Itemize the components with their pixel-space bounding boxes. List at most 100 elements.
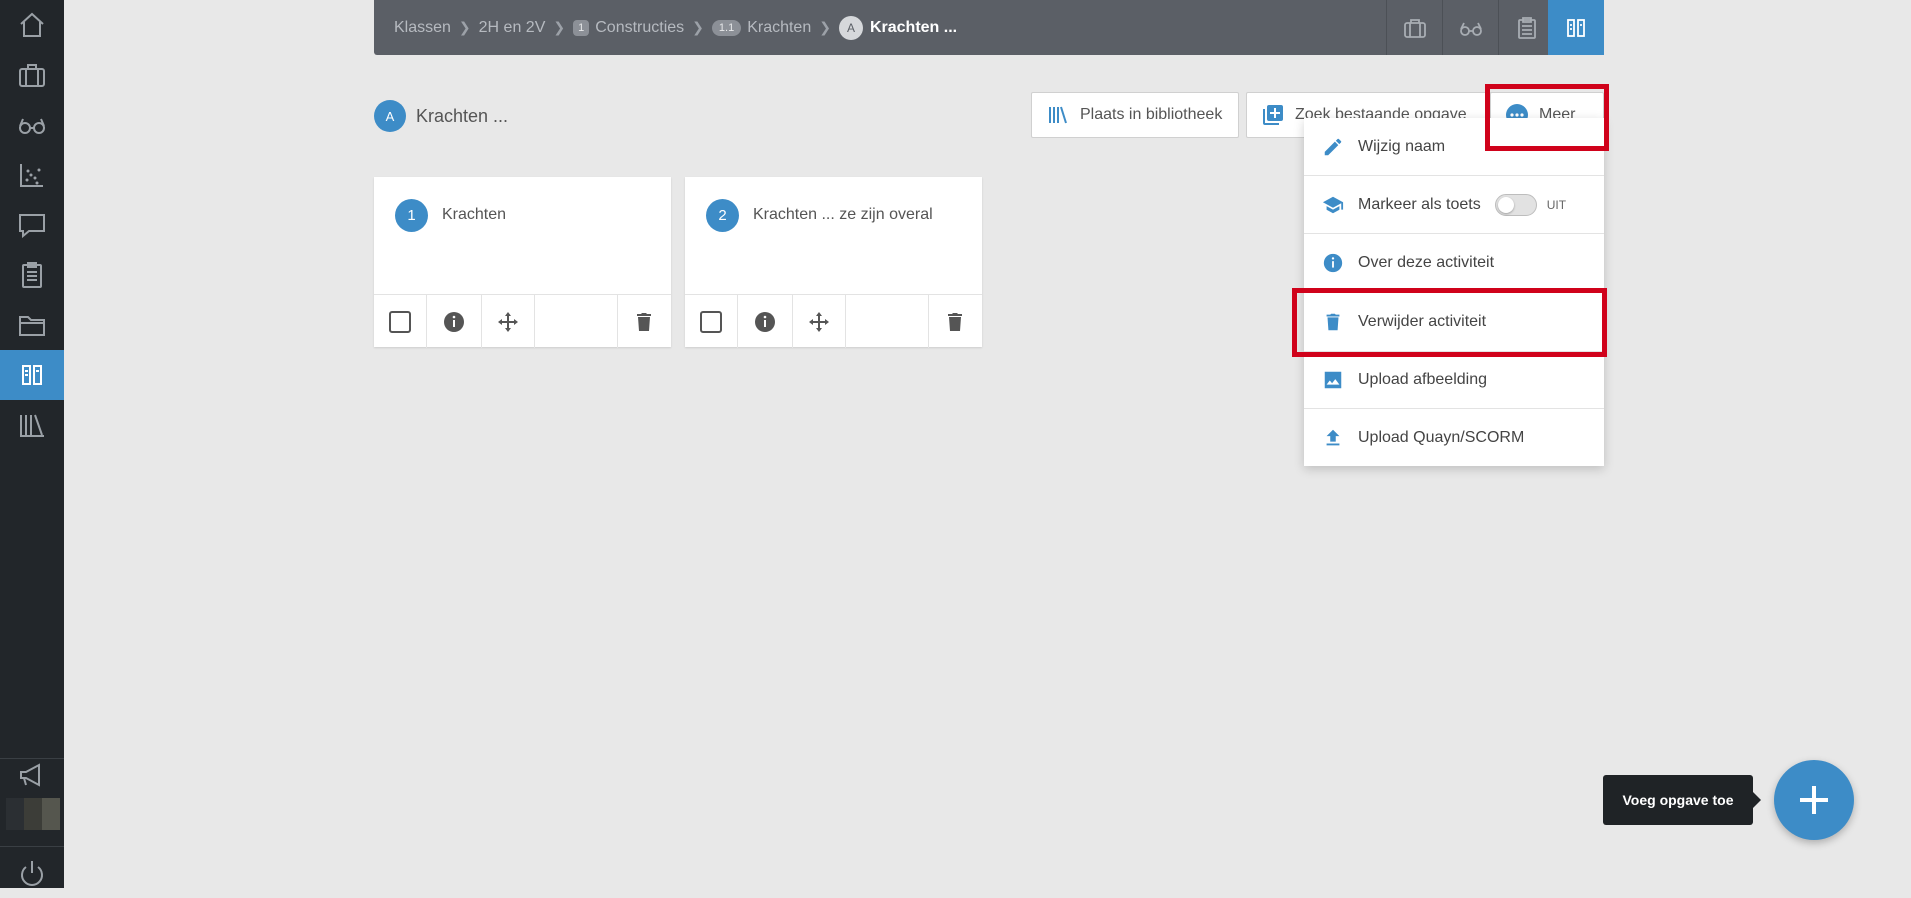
chevron-right-icon: ❯ <box>692 19 704 35</box>
method-editor-icon <box>22 365 42 385</box>
pencil-icon <box>1324 138 1342 155</box>
activity-letter-badge: A <box>374 100 406 132</box>
place-in-library-label: Plaats in bibliotheek <box>1080 106 1223 123</box>
checkbox-icon <box>700 310 723 333</box>
sidebar-item-home[interactable] <box>0 0 64 50</box>
chevron-right-icon: ❯ <box>819 19 831 35</box>
more-dropdown-menu: Wijzig naam Markeer als toets UIT Over d… <box>1304 118 1604 466</box>
task-card[interactable]: 1 Krachten <box>374 177 671 348</box>
sidebar-item-review[interactable] <box>0 100 64 150</box>
briefcase-icon <box>19 64 45 87</box>
add-library-icon <box>1263 105 1283 125</box>
sidebar-item-library[interactable] <box>0 400 64 450</box>
test-toggle-switch[interactable] <box>1494 193 1537 216</box>
breadcrumb-item-current: Krachten ... <box>869 18 958 36</box>
menu-item-delete[interactable]: Verwijder activiteit <box>1304 293 1604 352</box>
library-icon <box>20 414 44 437</box>
menu-item-upload-scorm[interactable]: Upload Quayn/SCORM <box>1304 409 1604 466</box>
graduation-cap-icon <box>1322 196 1344 213</box>
topbar-tasks-button[interactable] <box>1498 0 1555 55</box>
task-card-spacer <box>846 295 929 348</box>
add-task-button[interactable] <box>1774 760 1854 840</box>
chat-bubble-icon <box>19 214 45 239</box>
section-number-chip: 1.1 <box>711 19 742 36</box>
menu-item-label: Upload Quayn/SCORM <box>1358 428 1525 446</box>
chapter-number-chip: 1 <box>573 19 590 36</box>
task-info-button[interactable] <box>738 295 793 348</box>
task-title[interactable]: Krachten <box>442 206 506 224</box>
task-card-actions <box>374 294 671 348</box>
task-card[interactable]: 2 Krachten ... ze zijn overal <box>685 177 982 348</box>
megaphone-icon <box>20 763 40 787</box>
sidebar-item-logout[interactable] <box>0 848 64 898</box>
breadcrumb-item-class[interactable]: 2H en 2V <box>479 19 546 37</box>
trash-icon <box>637 312 652 331</box>
sidebar-item-messages[interactable] <box>0 200 64 250</box>
topbar-method-editor-button[interactable] <box>1548 0 1604 55</box>
menu-item-about[interactable]: Over deze activiteit <box>1304 234 1604 293</box>
topbar-portfolio-button[interactable] <box>1386 0 1443 55</box>
task-number-badge: 1 <box>395 199 428 232</box>
clipboard-icon <box>22 262 42 288</box>
sidebar-item-portfolio[interactable] <box>0 50 64 100</box>
folder-icon <box>19 316 45 336</box>
trash-icon <box>1326 313 1340 331</box>
sidebar <box>0 0 64 888</box>
sidebar-item-method-editor[interactable] <box>0 350 64 400</box>
menu-item-rename[interactable]: Wijzig naam <box>1304 118 1604 176</box>
upload-icon <box>1326 429 1340 445</box>
select-checkbox[interactable] <box>374 295 428 348</box>
sidebar-item-results[interactable] <box>0 150 64 200</box>
scatter-chart-icon <box>20 164 43 187</box>
checkbox-icon <box>389 310 412 333</box>
menu-item-upload-image[interactable]: Upload afbeelding <box>1304 352 1604 409</box>
menu-item-label: Over deze activiteit <box>1358 254 1495 271</box>
menu-item-label: Markeer als toets <box>1358 195 1481 213</box>
sidebar-item-announcements[interactable] <box>0 750 64 800</box>
image-icon <box>1324 371 1342 389</box>
task-delete-button[interactable] <box>618 295 671 348</box>
task-title[interactable]: Krachten ... ze zijn overal <box>753 206 933 224</box>
move-icon <box>497 311 518 332</box>
task-delete-button[interactable] <box>929 295 982 348</box>
breadcrumb-item-chapter[interactable]: Constructies <box>595 19 684 37</box>
add-task-tooltip: Voeg opgave toe <box>1603 775 1761 825</box>
info-icon <box>1323 253 1343 273</box>
menu-item-label: Verwijder activiteit <box>1358 313 1487 330</box>
activity-letter-badge: A <box>838 15 863 40</box>
avatar[interactable] <box>6 798 60 830</box>
breadcrumb: Klassen ❯ 2H en 2V ❯ 1 Constructies ❯ 1.… <box>394 0 957 55</box>
sidebar-item-files[interactable] <box>0 300 64 350</box>
top-bar: Klassen ❯ 2H en 2V ❯ 1 Constructies ❯ 1.… <box>374 0 1604 55</box>
menu-item-mark-as-test[interactable]: Markeer als toets UIT <box>1304 176 1604 234</box>
power-icon <box>21 861 43 886</box>
activity-title[interactable]: Krachten ... <box>416 106 508 127</box>
breadcrumb-item-section[interactable]: Krachten <box>747 19 811 37</box>
place-in-library-button[interactable]: Plaats in bibliotheek <box>1031 92 1239 138</box>
trash-icon <box>948 312 963 331</box>
library-icon <box>1049 106 1067 124</box>
topbar-review-button[interactable] <box>1442 0 1499 55</box>
task-info-button[interactable] <box>427 295 482 348</box>
menu-item-label: Upload afbeelding <box>1358 371 1487 388</box>
chevron-right-icon: ❯ <box>458 19 471 35</box>
sidebar-divider <box>0 846 64 847</box>
select-checkbox[interactable] <box>685 295 739 348</box>
task-card-actions <box>685 294 982 348</box>
breadcrumb-item-klassen[interactable]: Klassen <box>394 19 451 37</box>
chevron-right-icon: ❯ <box>553 19 566 35</box>
page-title: A Krachten ... <box>374 100 508 132</box>
info-icon <box>443 311 464 332</box>
task-number-badge: 2 <box>706 199 739 232</box>
briefcase-icon <box>1404 18 1426 38</box>
menu-item-label: Wijzig naam <box>1358 137 1446 155</box>
glasses-icon <box>19 118 45 134</box>
sidebar-item-tasks[interactable] <box>0 250 64 300</box>
task-move-handle[interactable] <box>793 295 846 348</box>
task-move-handle[interactable] <box>482 295 535 348</box>
toggle-state-label: UIT <box>1546 197 1567 212</box>
move-icon <box>808 311 829 332</box>
method-editor-icon <box>1567 18 1585 37</box>
info-icon <box>754 311 775 332</box>
task-card-spacer <box>535 295 618 348</box>
